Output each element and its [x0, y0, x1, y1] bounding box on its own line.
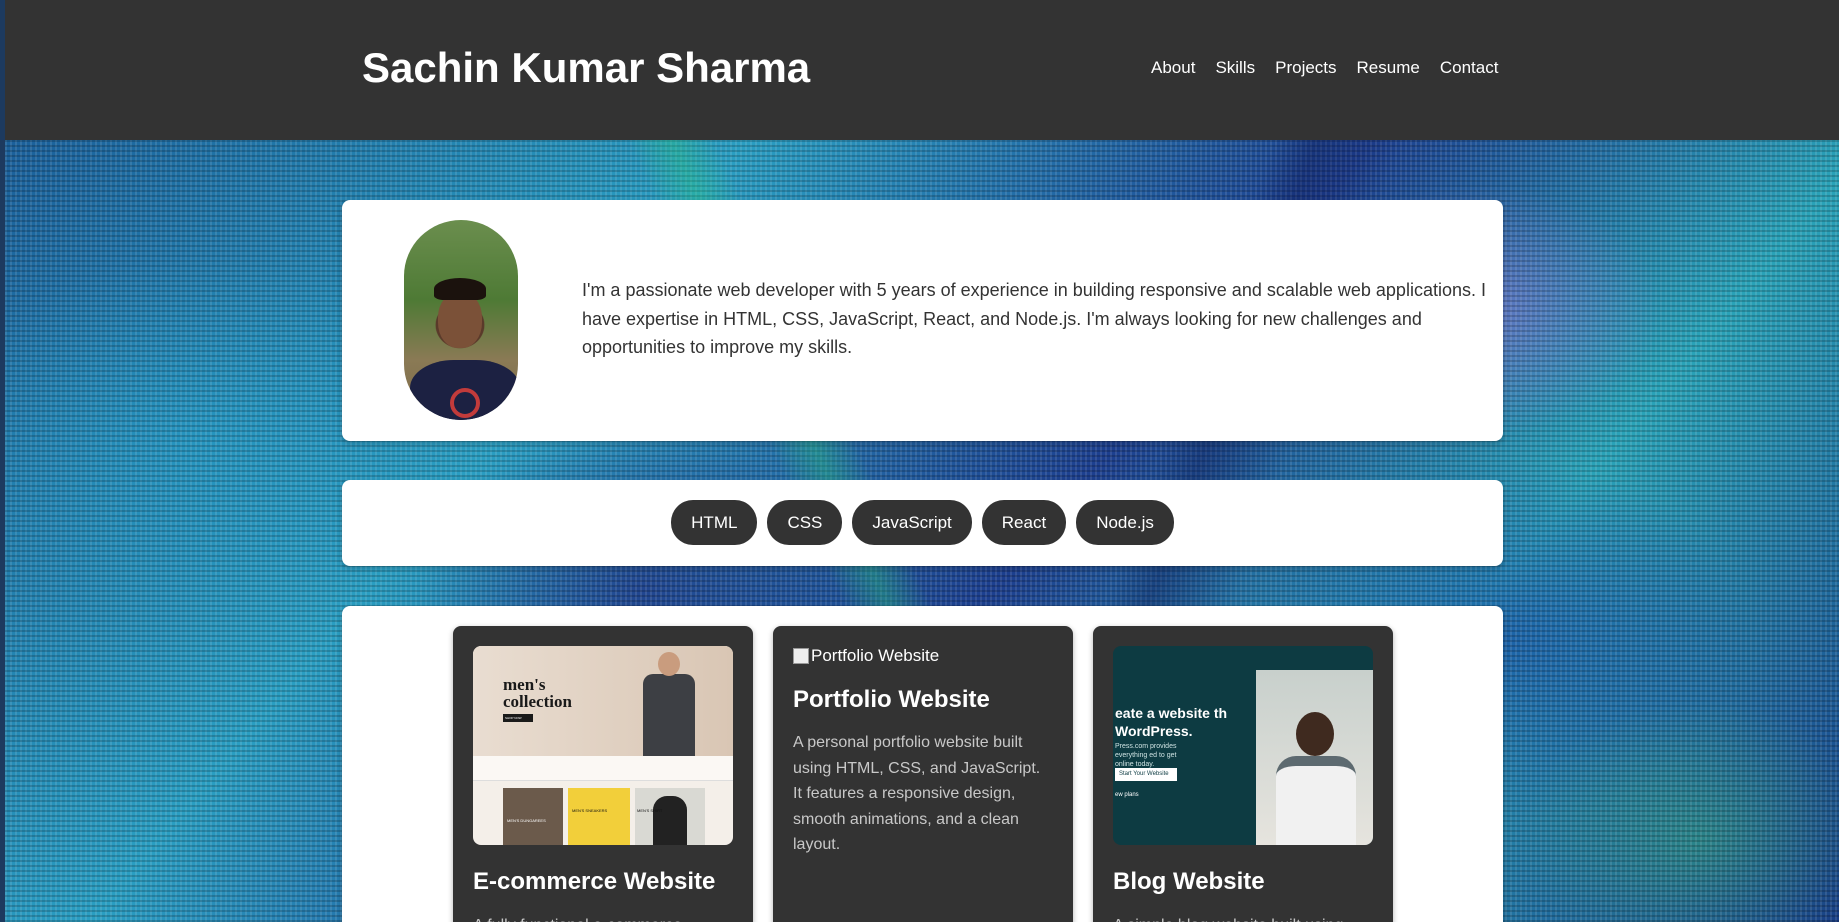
about-section: I'm a passionate web developer with 5 ye…	[342, 200, 1503, 441]
image-alt-text: Portfolio Website	[811, 646, 940, 665]
blog-thumb-button: Start Your Website	[1115, 768, 1177, 781]
project-description: A fully functional e-commerce	[473, 913, 733, 922]
skill-chip-javascript[interactable]: JavaScript	[852, 500, 972, 545]
nav-projects[interactable]: Projects	[1275, 58, 1336, 78]
project-card-blog[interactable]: eate a website th WordPress. Press.com p…	[1093, 626, 1393, 922]
project-title: E-commerce Website	[473, 868, 716, 895]
nav-about[interactable]: About	[1151, 58, 1195, 78]
ecommerce-thumb-cat-3: MEN'S SHIRT	[635, 788, 705, 845]
skill-chip-react[interactable]: React	[981, 500, 1067, 545]
project-title: Blog Website	[1113, 868, 1265, 895]
projects-section: men's collection SHOP NOW MEN'S DUNGAREE…	[342, 606, 1503, 922]
ecommerce-thumb-cat-1: MEN'S DUNGAREES	[503, 788, 563, 845]
project-description: A simple blog website built using	[1113, 913, 1373, 922]
skill-chip-css[interactable]: CSS	[767, 500, 843, 545]
main-nav: About Skills Projects Resume Contact	[1151, 58, 1498, 78]
blog-thumb-link: ew plans	[1115, 792, 1139, 798]
nav-resume[interactable]: Resume	[1357, 58, 1420, 78]
skill-chip-nodejs[interactable]: Node.js	[1076, 500, 1174, 545]
ecommerce-thumb-cat-2: MEN'S SNEAKERS	[568, 788, 630, 845]
site-title: Sachin Kumar Sharma	[362, 44, 811, 91]
blog-thumb-sub: Press.com provides everything ed to get …	[1115, 743, 1177, 768]
skill-chip-html[interactable]: HTML	[671, 500, 758, 545]
skills-list: HTML CSS JavaScript React Node.js	[342, 500, 1503, 545]
project-title: Portfolio Website	[793, 686, 990, 713]
nav-skills[interactable]: Skills	[1215, 58, 1255, 78]
about-text: I'm a passionate web developer with 5 ye…	[582, 280, 1486, 357]
ecommerce-screenshot: men's collection SHOP NOW MEN'S DUNGAREE…	[473, 646, 733, 845]
ecommerce-thumb-button: SHOP NOW	[503, 714, 533, 722]
broken-image-icon	[793, 648, 809, 664]
blog-screenshot: eate a website th WordPress. Press.com p…	[1113, 646, 1373, 845]
broken-image: Portfolio Website	[793, 646, 939, 666]
project-card-ecommerce[interactable]: men's collection SHOP NOW MEN'S DUNGAREE…	[453, 626, 753, 922]
window-left-edge	[0, 0, 5, 922]
blog-thumb-heading: eate a website th WordPress.	[1115, 705, 1228, 739]
nav-contact[interactable]: Contact	[1440, 58, 1499, 78]
project-card-portfolio[interactable]: Portfolio Website Portfolio Website A pe…	[773, 626, 1073, 922]
project-description: A personal portfolio website built using…	[793, 734, 1041, 853]
profile-photo	[404, 220, 518, 420]
skills-section: HTML CSS JavaScript React Node.js	[342, 480, 1503, 566]
site-header: Sachin Kumar Sharma About Skills Project…	[0, 0, 1839, 140]
ecommerce-thumb-heading: men's collection	[503, 675, 572, 711]
